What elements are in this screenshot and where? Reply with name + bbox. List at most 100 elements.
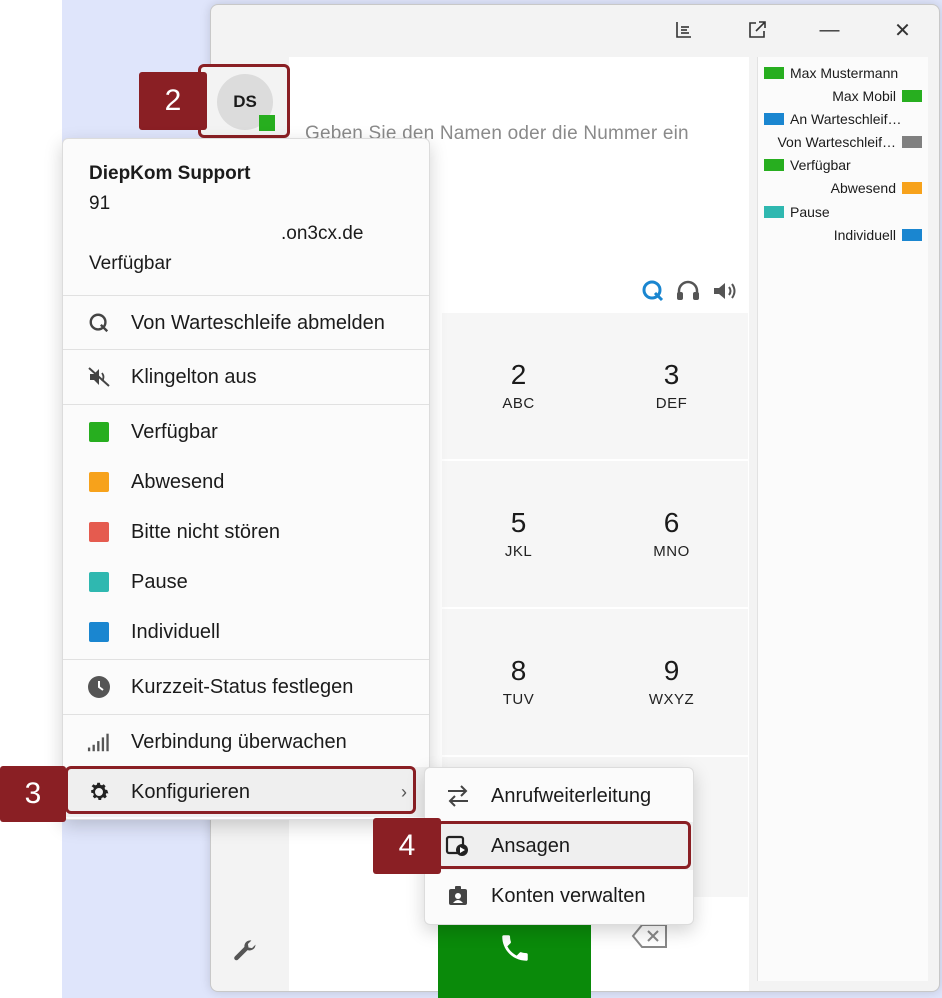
divider [63,714,429,715]
status-swatch [87,470,111,494]
status-menu: DiepKom Support 91 .on3cx.de Verfügbar V… [62,138,430,820]
profile-extension: 91 [89,193,111,214]
menu-label: Von Warteschleife abmelden [131,311,385,334]
queue-q-icon[interactable] [641,279,665,303]
menu-item-short-status[interactable]: Kurzzeit-Status festlegen [63,662,429,712]
menu-item-status-away[interactable]: Abwesend [63,457,429,507]
profile-name: DiepKom Support [89,163,251,184]
key-letters: MNO [653,542,690,560]
legend-label: Von Warteschleif… [777,134,896,150]
avatar-initials: DS [233,92,257,111]
legend-swatch [764,206,784,218]
key-letters: ABC [502,394,535,412]
legend-swatch [764,113,784,125]
backspace-button[interactable] [631,923,669,954]
menu-label: Kurzzeit-Status festlegen [131,675,354,698]
menu-item-status-custom[interactable]: Individuell [63,607,429,657]
menu-label: Individuell [131,620,220,643]
queue-q-icon [87,311,111,335]
speaker-icon[interactable] [711,279,739,303]
submenu-item-manage-accounts[interactable]: Konten verwalten [425,872,693,920]
legend-item: Max Mustermann [764,63,898,83]
menu-label: Anrufweiterleitung [491,784,652,807]
menu-item-queue-logout[interactable]: Von Warteschleife abmelden [63,298,429,348]
divider [63,659,429,660]
status-swatch [87,420,111,444]
legend-item: Verfügbar [764,155,851,175]
key-6[interactable]: 6 MNO [595,461,748,607]
key-letters: WXYZ [648,690,695,708]
key-5[interactable]: 5 JKL [442,461,595,607]
status-swatch [87,520,111,544]
menu-label: Abwesend [131,470,225,493]
menu-item-status-break[interactable]: Pause [63,557,429,607]
menu-item-status-dnd[interactable]: Bitte nicht stören [63,507,429,557]
profile-status: Verfügbar [89,253,172,274]
legend-label: Pause [790,204,830,220]
legend-swatch [902,136,922,148]
key-number: 3 [663,359,680,391]
key-9[interactable]: 9 WXYZ [595,609,748,755]
legend-item: Abwesend [831,178,922,198]
layout-icon [675,22,691,38]
menu-item-ringtone-off[interactable]: Klingelton aus [63,352,429,402]
legend-item: Individuell [834,225,922,245]
configure-highlight [65,766,416,814]
key-8[interactable]: 8 TUV [442,609,595,755]
key-number: 8 [510,655,527,687]
key-letters: TUV [502,690,535,708]
legend-label: Max Mobil [832,88,896,104]
key-2[interactable]: 2 ABC [442,313,595,459]
legend-item: An Warteschleif… [764,109,902,129]
headset-icon[interactable] [675,279,701,303]
legend-swatch [902,182,922,194]
menu-label: Verbindung überwachen [131,730,347,753]
status-swatch [87,570,111,594]
profile-info: DiepKom Support 91 .on3cx.de Verfügbar [89,159,363,279]
avatar-highlight[interactable]: DS [198,64,290,138]
wrench-icon [234,940,256,961]
key-3[interactable]: 3 DEF [595,313,748,459]
legend-swatch [902,229,922,241]
status-swatch [87,620,111,644]
legend-item: Pause [764,202,830,222]
step-callout-2: 2 [139,72,207,130]
status-legend: Max Mustermann Max Mobil An Warteschleif… [757,57,928,981]
menu-label: Verfügbar [131,420,218,443]
clock-icon [87,675,111,699]
popout-button[interactable] [720,5,793,55]
close-button[interactable]: ✕ [866,5,939,55]
key-number: 9 [663,655,680,687]
menu-label: Pause [131,570,188,593]
divider [63,349,429,350]
layout-button[interactable] [647,5,720,55]
legend-label: An Warteschleif… [790,111,902,127]
avatar-status-indicator [259,115,275,131]
signal-bars-icon [87,730,111,754]
key-number: 6 [663,507,680,539]
menu-item-status-available[interactable]: Verfügbar [63,407,429,457]
legend-swatch [902,90,922,102]
forward-arrows-icon [445,783,471,809]
speaker-muted-icon [87,365,111,389]
minimize-button[interactable]: — [793,5,866,55]
divider [63,295,429,296]
legend-swatch [764,67,784,79]
legend-item: Max Mobil [832,86,922,106]
legend-label: Max Mustermann [790,65,899,81]
submenu-item-forwarding[interactable]: Anrufweiterleitung [425,772,693,820]
legend-item: Von Warteschleif… [777,132,922,152]
menu-item-monitor-connection[interactable]: Verbindung überwachen [63,717,429,767]
key-number: 2 [510,359,527,391]
step-callout-3: 3 [0,766,66,822]
legend-swatch [764,159,784,171]
menu-label: Bitte nicht stören [131,520,280,543]
phone-icon [501,935,528,961]
legend-label: Individuell [833,227,896,243]
menu-label: Klingelton aus [131,365,257,388]
announcements-highlight [436,821,691,869]
settings-button[interactable] [231,937,259,970]
key-number: 5 [510,507,527,539]
dial-status-icons [641,279,739,303]
title-bar: — ✕ [647,5,939,55]
